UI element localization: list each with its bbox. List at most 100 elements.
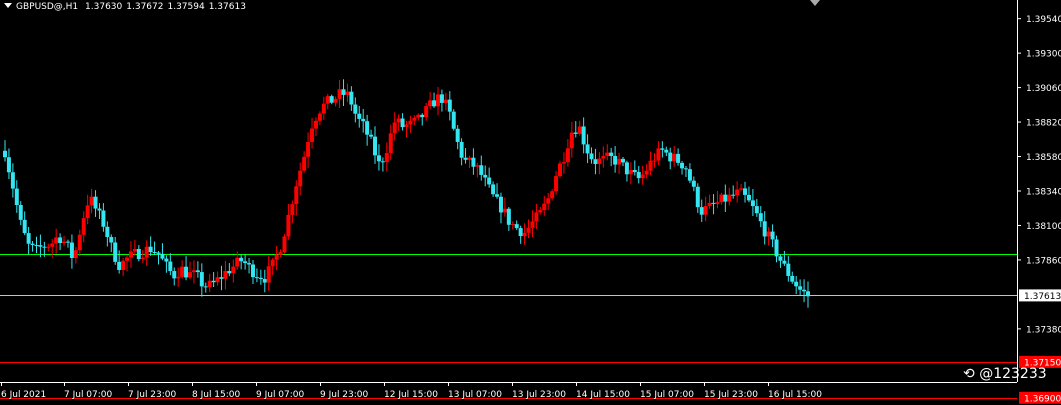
candle-body: [660, 148, 665, 150]
candle-body: [428, 100, 433, 107]
candle-body: [514, 224, 519, 229]
candle: [58, 233, 63, 251]
price-chart[interactable]: 1.39540 1.39300 1.39060 1.38820 1.38580 1.383…: [0, 0, 1061, 405]
candle-body: [699, 207, 704, 215]
candle: [89, 188, 94, 214]
candle: [290, 200, 295, 224]
candle: [184, 256, 189, 281]
candle-body: [711, 202, 716, 204]
candle: [554, 171, 559, 195]
candle: [317, 111, 322, 125]
candles: [3, 79, 810, 308]
candle: [231, 259, 236, 283]
chart-header[interactable]: GBPUSD@,H1 1.37630 1.37672 1.37594 1.37613: [4, 2, 250, 12]
candle: [310, 117, 315, 149]
candle-body: [50, 243, 55, 247]
candle: [668, 147, 673, 170]
candle: [408, 115, 413, 133]
candle-body: [569, 132, 574, 149]
candle-body: [558, 163, 563, 177]
candle-body: [526, 227, 531, 233]
candle: [424, 102, 429, 121]
candle: [798, 279, 803, 296]
candle-body: [703, 206, 708, 215]
candle-body: [203, 286, 208, 288]
candle-body: [97, 208, 102, 211]
candle-body: [3, 150, 7, 158]
open-price: 1.37630: [85, 2, 123, 12]
candle: [278, 249, 283, 258]
candle-body: [302, 156, 307, 171]
candle-body: [191, 270, 196, 273]
time-tick-label: 6 Jul 2021: [1, 390, 46, 400]
candle-body: [652, 160, 657, 162]
candle: [514, 220, 519, 231]
candle-body: [695, 186, 700, 208]
candle-body: [18, 205, 23, 220]
price-tick-label: 1.39540: [1026, 15, 1061, 25]
candle-body: [85, 205, 90, 219]
candle-body: [306, 142, 311, 157]
candle-body: [69, 242, 74, 258]
candle: [593, 148, 598, 175]
candle: [38, 234, 43, 258]
candle-body: [227, 270, 232, 274]
time-tick-label: 7 Jul 23:00: [128, 390, 177, 400]
candle-body: [463, 157, 468, 160]
candle-body: [668, 152, 673, 162]
candle: [613, 146, 618, 173]
candle-body: [243, 261, 248, 264]
candle: [152, 241, 157, 256]
price-tick-label: 1.39300: [1026, 50, 1061, 60]
candle-body: [707, 202, 712, 207]
candle: [467, 155, 472, 169]
candle-body: [219, 277, 224, 279]
candle: [790, 271, 795, 284]
candle: [652, 152, 657, 168]
candle-body: [278, 252, 283, 255]
candle-body: [624, 162, 629, 175]
candle: [156, 251, 161, 265]
candle-body: [770, 231, 775, 240]
candle: [439, 89, 444, 112]
candle: [695, 183, 700, 213]
candle-body: [640, 174, 645, 179]
candle-body: [605, 152, 610, 157]
candle-body: [125, 257, 130, 261]
candle-body: [392, 122, 397, 134]
candle-body: [443, 99, 448, 103]
candle: [636, 165, 641, 184]
candle: [428, 91, 433, 110]
candle: [262, 269, 267, 293]
time-tick-label: 13 Jul 23:00: [512, 390, 566, 400]
candle: [463, 148, 468, 164]
candle: [302, 151, 307, 173]
candle: [286, 204, 291, 240]
candle: [550, 189, 555, 201]
candle: [121, 257, 126, 277]
candle-body: [758, 213, 763, 222]
candle: [707, 194, 712, 209]
candle-body: [274, 254, 279, 260]
candle: [219, 265, 224, 291]
candle-body: [14, 188, 19, 206]
candle: [727, 187, 732, 206]
candle: [85, 194, 90, 225]
candle-body: [719, 194, 724, 203]
candle: [569, 121, 574, 158]
candle: [719, 192, 724, 205]
candle: [699, 199, 704, 222]
dropdown-triangle-icon[interactable]: [4, 3, 12, 8]
candle: [711, 194, 716, 215]
candle-body: [691, 180, 696, 187]
candle-body: [168, 261, 173, 272]
candle-body: [140, 257, 145, 260]
candle: [223, 260, 228, 290]
candle: [455, 125, 460, 150]
candle-body: [365, 121, 370, 135]
candle: [589, 147, 594, 164]
candle-body: [321, 103, 326, 114]
candle: [333, 96, 338, 107]
candle: [487, 167, 492, 188]
candle-body: [794, 281, 799, 287]
